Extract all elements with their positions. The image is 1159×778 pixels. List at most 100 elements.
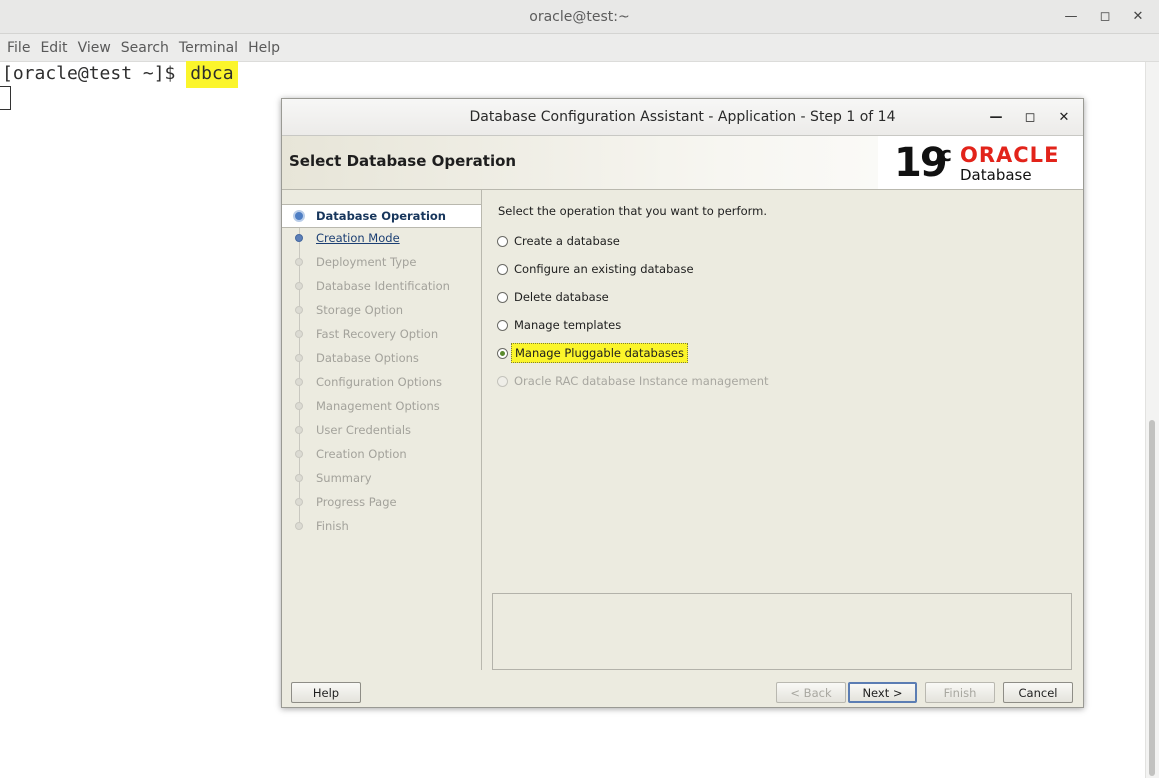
nav-label: Database Operation [316,209,446,223]
radio-button-disabled [497,375,508,387]
option-label: Configure an existing database [514,262,694,276]
terminal-prompt: [oracle@test ~]$ [2,63,187,84]
menu-edit[interactable]: Edit [40,40,67,56]
menu-terminal[interactable]: Terminal [179,40,238,56]
terminal-cursor [0,86,11,110]
radio-button[interactable] [497,235,508,247]
maximize-icon[interactable]: ◻ [1096,7,1114,25]
menu-help[interactable]: Help [248,40,280,56]
step-icon [295,426,303,434]
logo-version: 19 [894,140,948,186]
help-button[interactable]: Help [291,682,361,703]
step-icon [295,402,303,410]
dialog-maximize-icon[interactable]: ◻ [1021,108,1039,126]
nav-item-creation-mode[interactable]: Creation Mode [282,227,481,251]
oracle-logo: 19 c ORACLE Database [878,136,1083,189]
nav-label: Deployment Type [316,255,417,269]
option-create-database[interactable]: Create a database [497,231,620,251]
dialog-close-icon[interactable]: ✕ [1055,108,1073,126]
nav-label: User Credentials [316,423,412,437]
radio-button-selected[interactable] [497,347,508,359]
radio-button[interactable] [497,291,508,303]
nav-item-storage-option: Storage Option [282,299,481,323]
step-icon [295,498,303,506]
dialog-title: Database Configuration Assistant - Appli… [469,109,896,125]
nav-label: Progress Page [316,495,397,509]
terminal-scrollbar[interactable] [1145,62,1159,778]
step-icon [295,450,303,458]
nav-label: Database Options [316,351,419,365]
option-manage-pluggable-databases[interactable]: Manage Pluggable databases [497,343,688,363]
step-icon [295,258,303,266]
step-icon [295,306,303,314]
dbca-dialog: Database Configuration Assistant - Appli… [281,98,1084,708]
nav-label: Database Identification [316,279,450,293]
logo-version-sup: c [940,142,952,166]
minimize-icon[interactable]: — [1062,7,1080,25]
terminal-menubar: File Edit View Search Terminal Help [0,34,1159,62]
nav-label: Finish [316,519,349,533]
close-icon[interactable]: ✕ [1129,7,1147,25]
dialog-footer: Help < Back Next > Finish Cancel [282,671,1083,707]
radio-button[interactable] [497,263,508,275]
dialog-minimize-icon[interactable]: — [987,108,1005,126]
menu-file[interactable]: File [7,40,30,56]
next-button[interactable]: Next > [848,682,917,703]
nav-item-fast-recovery-option: Fast Recovery Option [282,323,481,347]
scrollbar-thumb[interactable] [1149,420,1155,776]
dialog-titlebar: Database Configuration Assistant - Appli… [282,99,1083,136]
step-icon [295,378,303,386]
nav-item-database-options: Database Options [282,347,481,371]
step-icon [295,234,303,242]
nav-label: Creation Mode [316,231,400,245]
nav-item-progress-page: Progress Page [282,491,481,515]
nav-item-management-options: Management Options [282,395,481,419]
nav-label: Management Options [316,399,440,413]
step-icon [295,474,303,482]
option-manage-templates[interactable]: Manage templates [497,315,621,335]
nav-item-finish: Finish [282,515,481,539]
nav-item-user-credentials: User Credentials [282,419,481,443]
option-configure-database[interactable]: Configure an existing database [497,259,694,279]
cancel-button[interactable]: Cancel [1003,682,1073,703]
current-step-icon [293,210,305,222]
nav-label: Creation Option [316,447,407,461]
nav-item-deployment-type: Deployment Type [282,251,481,275]
radio-button[interactable] [497,319,508,331]
menu-search[interactable]: Search [121,40,169,56]
dialog-header: Select Database Operation 19 c ORACLE Da… [282,136,1083,190]
back-button: < Back [776,682,846,703]
nav-label: Fast Recovery Option [316,327,439,341]
nav-item-configuration-options: Configuration Options [282,371,481,395]
logo-brand: ORACLE [960,143,1060,167]
description-box [492,593,1072,670]
page-title: Select Database Operation [289,152,517,170]
logo-product: Database [960,166,1032,184]
option-label: Create a database [514,234,620,248]
content-panel: Select the operation that you want to pe… [482,190,1083,670]
step-icon [295,330,303,338]
nav-label: Summary [316,471,372,485]
option-rac-instance-management: Oracle RAC database Instance management [497,371,769,391]
nav-item-creation-option: Creation Option [282,443,481,467]
option-label: Manage Pluggable databases [511,343,688,363]
step-icon [295,354,303,362]
operation-prompt: Select the operation that you want to pe… [498,204,768,218]
option-label: Delete database [514,290,609,304]
terminal-titlebar: oracle@test:~ — ◻ ✕ [0,0,1159,34]
step-icon [295,282,303,290]
menu-view[interactable]: View [78,40,111,56]
step-navigation: Database Operation Creation Mode Deploym… [282,190,482,670]
terminal-title: oracle@test:~ [529,8,630,25]
nav-item-database-operation[interactable]: Database Operation [282,204,481,228]
terminal-prompt-line: [oracle@test ~]$ dbca [2,61,238,88]
option-delete-database[interactable]: Delete database [497,287,609,307]
option-label: Oracle RAC database Instance management [514,374,769,388]
step-icon [295,522,303,530]
nav-label: Storage Option [316,303,404,317]
nav-label: Configuration Options [316,375,443,389]
terminal-command: dbca [186,61,238,88]
option-label: Manage templates [514,318,622,332]
nav-item-summary: Summary [282,467,481,491]
finish-button: Finish [925,682,995,703]
